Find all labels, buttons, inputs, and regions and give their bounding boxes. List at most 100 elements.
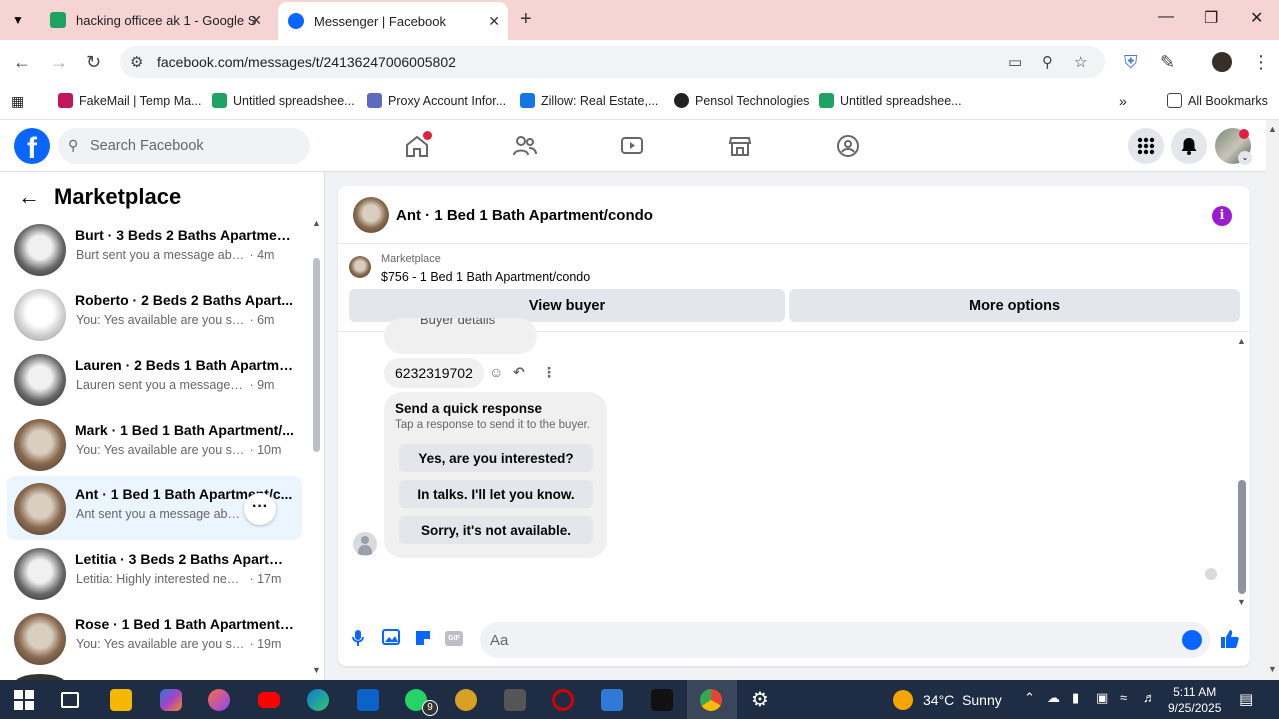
close-tab-icon[interactable]: ✕ xyxy=(250,12,262,29)
thumbs-up-icon[interactable] xyxy=(1220,629,1240,649)
medal-app-icon[interactable] xyxy=(455,689,477,711)
buyer-details-bubble[interactable]: Buyer details xyxy=(384,318,537,354)
chat-scroll-down-icon[interactable]: ▼ xyxy=(1237,597,1246,607)
more-bookmarks-icon[interactable]: » xyxy=(1119,93,1127,109)
bookmark-zillow[interactable]: Zillow: Real Estate,... xyxy=(520,93,658,108)
conversation-options-icon[interactable]: ··· xyxy=(244,493,276,525)
friends-icon[interactable] xyxy=(512,134,538,158)
site-settings-icon[interactable]: ⚙ xyxy=(130,53,143,71)
conversation-item[interactable]: Letitia · 3 Beds 2 Baths Apartme... Leti… xyxy=(7,541,302,605)
wifi-icon[interactable]: ≈ xyxy=(1120,690,1127,705)
browser-menu-icon[interactable]: ⋮ xyxy=(1252,52,1270,73)
gif-icon[interactable]: GIF xyxy=(445,629,465,649)
tab-google-sheets[interactable]: hacking officee ak 1 - Google Sh ✕ xyxy=(38,0,270,40)
photo-icon[interactable] xyxy=(381,629,401,649)
bookmark-proxy[interactable]: Proxy Account Infor... xyxy=(367,93,506,108)
react-emoji-icon[interactable]: ☺ xyxy=(489,364,503,380)
notification-center-icon[interactable]: ▤ xyxy=(1239,690,1253,708)
window-close-icon[interactable]: ✕ xyxy=(1250,8,1263,28)
all-bookmarks[interactable]: All Bookmarks xyxy=(1167,93,1268,108)
app-icon-dark[interactable] xyxy=(504,689,526,711)
onedrive-cloud-icon[interactable]: ☁ xyxy=(1047,690,1060,706)
opera-icon[interactable] xyxy=(552,689,574,711)
page-scroll-down-icon[interactable]: ▼ xyxy=(1268,664,1277,674)
bookmark-star-icon[interactable]: ☆ xyxy=(1074,53,1087,71)
back-icon[interactable]: ← xyxy=(13,52,31,73)
conversation-item[interactable]: Mark · 1 Bed 1 Bath Apartment/... You: Y… xyxy=(7,412,302,476)
scroll-up-arrow-icon[interactable]: ▲ xyxy=(312,218,321,228)
volume-icon[interactable]: ♬ xyxy=(1143,690,1156,705)
reply-icon[interactable]: ↶ xyxy=(513,364,525,381)
reload-icon[interactable]: ↻ xyxy=(86,52,101,73)
conversation-item[interactable]: Burt · 3 Beds 2 Baths Apartment... Burt … xyxy=(7,217,302,281)
bookmark-fakemail[interactable]: FakeMail | Temp Ma... xyxy=(58,93,202,108)
sidebar-scrollbar[interactable] xyxy=(313,258,320,452)
copilot-icon[interactable] xyxy=(160,689,182,711)
tab-search-icon[interactable]: ▼ xyxy=(8,10,28,30)
url-input[interactable]: ⚙ facebook.com/messages/t/24136247006005… xyxy=(120,46,1105,78)
quick-reply-not-available-button[interactable]: Sorry, it's not available. xyxy=(399,516,593,544)
conversation-item-active[interactable]: Ant · 1 Bed 1 Bath Apartment/c... Ant se… xyxy=(7,476,302,540)
profile-avatar[interactable] xyxy=(1212,52,1232,72)
facebook-logo-icon[interactable]: f xyxy=(14,128,50,164)
notifications-bell-icon[interactable] xyxy=(1171,128,1207,164)
chrome-icon[interactable] xyxy=(700,689,722,711)
groups-icon[interactable] xyxy=(835,134,861,158)
vpn-shield-icon[interactable]: ⛨ xyxy=(1124,52,1138,73)
marketplace-icon[interactable] xyxy=(727,134,753,158)
quick-reply-interested-button[interactable]: Yes, are you interested? xyxy=(399,444,593,472)
zoom-icon[interactable]: ⚲ xyxy=(1042,53,1053,71)
conversation-item[interactable]: Rose · 1 Bed 1 Bath Apartment/c... You: … xyxy=(7,606,302,670)
conversation-item[interactable]: Lauren · 2 Beds 1 Bath Apartme... Lauren… xyxy=(7,347,302,411)
network-device-icon[interactable]: ▣ xyxy=(1096,690,1108,706)
install-app-icon[interactable]: ▭ xyxy=(1008,53,1022,71)
emoji-icon[interactable] xyxy=(1182,630,1202,650)
chevron-down-icon[interactable]: ⌄ xyxy=(1238,151,1252,165)
menu-grid-icon[interactable] xyxy=(1128,128,1164,164)
outlook-icon[interactable] xyxy=(357,689,379,711)
phone-message-bubble[interactable]: 6232319702 xyxy=(384,358,484,388)
extensions-icon[interactable]: ✎ xyxy=(1160,52,1175,73)
new-tab-icon[interactable]: + xyxy=(520,8,532,31)
close-tab-icon[interactable]: ✕ xyxy=(488,13,500,30)
tiktok-icon[interactable] xyxy=(651,689,673,711)
tray-chevron-up-icon[interactable]: ⌃ xyxy=(1024,690,1035,706)
microphone-icon[interactable] xyxy=(348,629,368,649)
forward-icon[interactable]: → xyxy=(50,52,68,73)
more-options-button[interactable]: More options xyxy=(789,289,1240,322)
task-view-icon[interactable] xyxy=(61,692,79,708)
system-clock[interactable]: 5:11 AM 9/25/2025 xyxy=(1168,684,1221,716)
edge-icon[interactable] xyxy=(307,689,329,711)
quick-reply-in-talks-button[interactable]: In talks. I'll let you know. xyxy=(399,480,593,508)
scroll-down-arrow-icon[interactable]: ▼ xyxy=(312,665,321,675)
tab-messenger[interactable]: Messenger | Facebook ✕ xyxy=(278,2,508,40)
battery-icon[interactable]: ▮ xyxy=(1072,690,1079,706)
search-input[interactable]: ⚲ Search Facebook xyxy=(58,128,310,164)
bookmark-pensol[interactable]: Pensol Technologies xyxy=(674,93,809,108)
sticker-icon[interactable] xyxy=(413,629,433,649)
video-icon[interactable] xyxy=(619,134,645,158)
info-icon[interactable]: i xyxy=(1212,206,1232,226)
chat-avatar[interactable] xyxy=(353,197,389,233)
file-explorer-icon[interactable] xyxy=(110,689,132,711)
bookmark-spreadsheet-2[interactable]: Untitled spreadshee... xyxy=(819,93,962,108)
youtube-icon[interactable] xyxy=(258,692,280,708)
message-more-icon[interactable]: ⋮ xyxy=(542,364,556,381)
page-scroll-up-icon[interactable]: ▲ xyxy=(1268,124,1277,134)
listing-price[interactable]: $756 - 1 Bed 1 Bath Apartment/condo xyxy=(381,270,590,284)
chat-scrollbar[interactable] xyxy=(1238,480,1246,594)
windows-start-icon[interactable] xyxy=(13,689,35,711)
microsoft-store-icon[interactable] xyxy=(601,689,623,711)
settings-gear-icon[interactable]: ⚙ xyxy=(749,689,771,711)
chat-title[interactable]: Ant · 1 Bed 1 Bath Apartment/condo xyxy=(396,207,653,224)
apps-grid-icon[interactable]: ▦ xyxy=(11,93,24,110)
conversation-item[interactable]: Roberto · 2 Beds 2 Baths Apart... You: Y… xyxy=(7,282,302,346)
chat-scroll-up-icon[interactable]: ▲ xyxy=(1237,336,1246,346)
restore-icon[interactable]: ❐ xyxy=(1204,8,1218,28)
back-arrow-icon[interactable]: ← xyxy=(18,184,40,210)
bookmark-spreadsheet-1[interactable]: Untitled spreadshee... xyxy=(212,93,355,108)
page-scrollbar[interactable]: ▲ ▼ xyxy=(1266,120,1279,680)
minimize-icon[interactable]: — xyxy=(1158,8,1174,26)
app-icon[interactable] xyxy=(208,689,230,711)
message-input[interactable]: Aa xyxy=(480,622,1210,658)
